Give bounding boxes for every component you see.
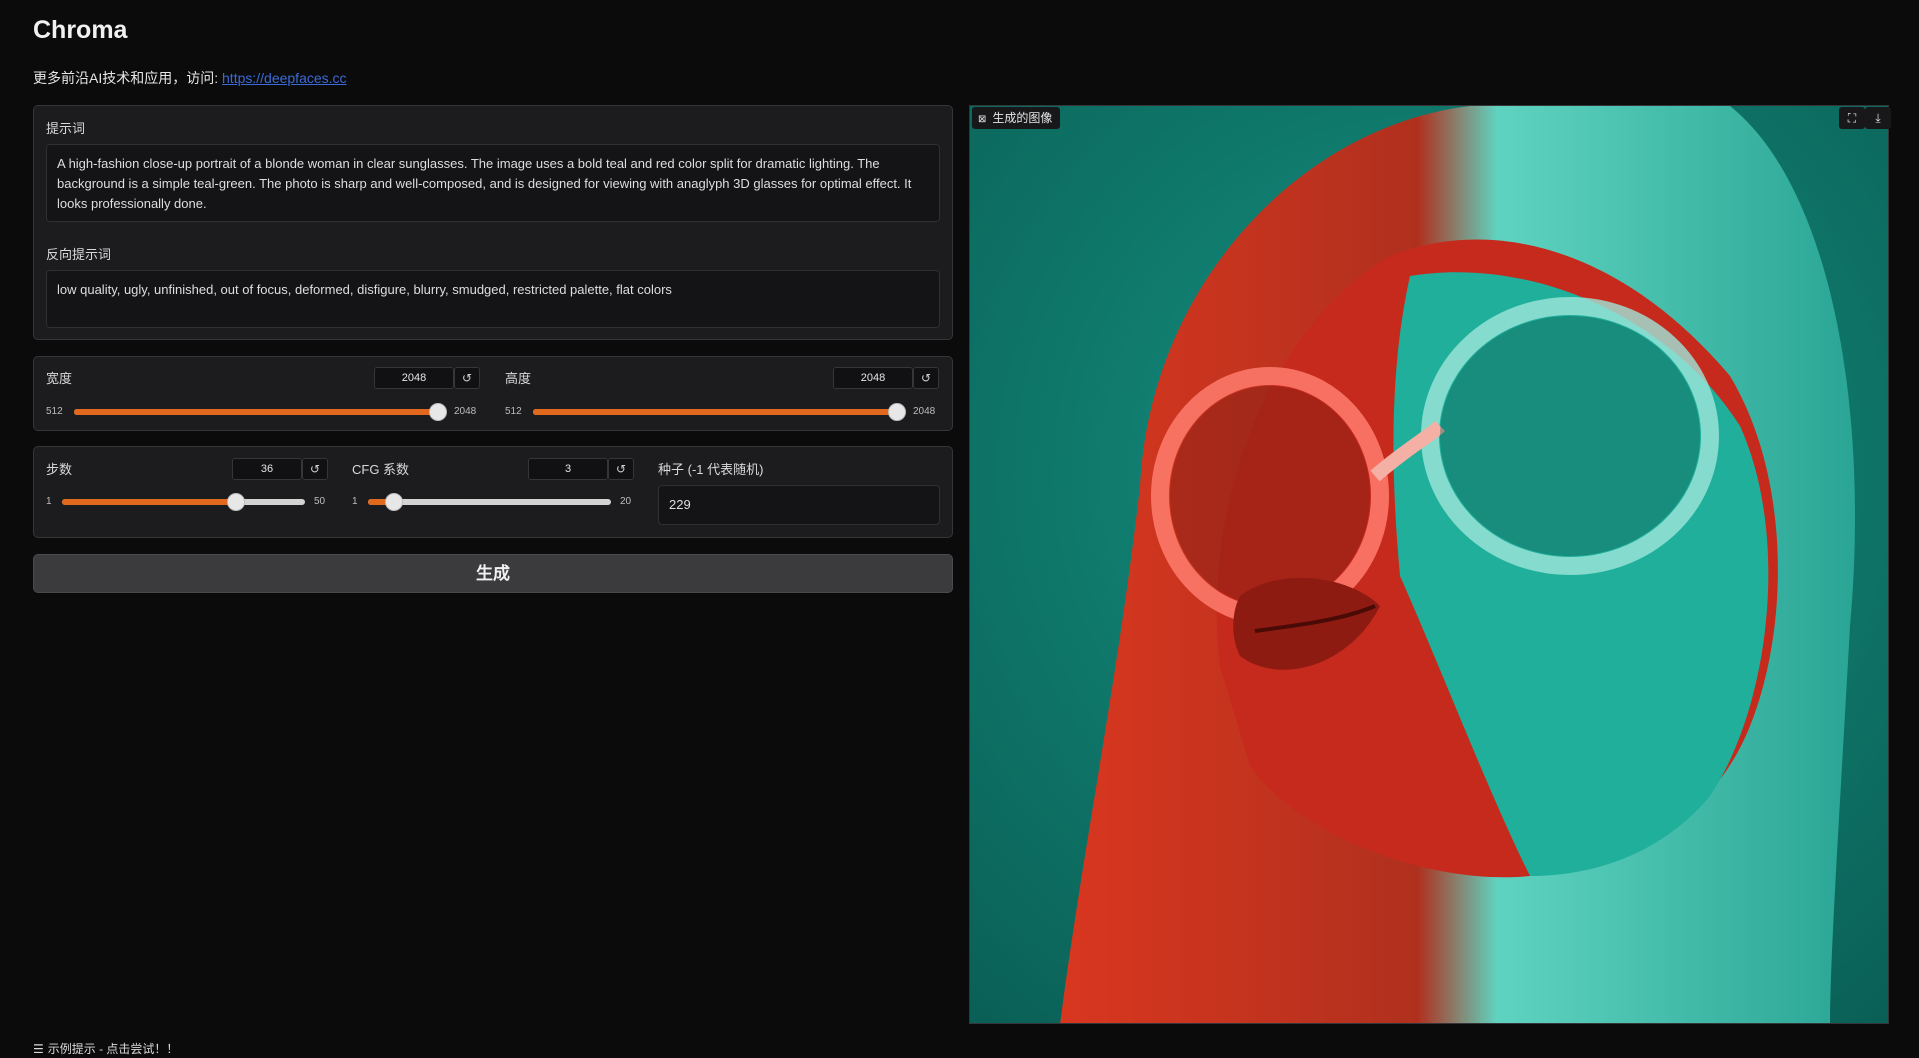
fullscreen-icon[interactable]: ⛶ bbox=[1839, 107, 1865, 129]
steps-max-label: 50 bbox=[314, 496, 326, 507]
prompt-input[interactable]: A high-fashion close-up portrait of a bl… bbox=[46, 144, 940, 222]
examples-accordion[interactable]: ☰ 示例提示 - 点击尝试！！ bbox=[33, 1040, 178, 1057]
steps-slider-fill bbox=[62, 499, 236, 505]
output-label: ⊠ 生成的图像 bbox=[972, 107, 1061, 129]
examples-label: 示例提示 - 点击尝试！！ bbox=[47, 1042, 179, 1056]
list-icon: ☰ bbox=[33, 1042, 44, 1056]
width-max-label: 2048 bbox=[454, 406, 477, 417]
cfg-label: CFG 系数 bbox=[352, 462, 410, 477]
deepfaces-link[interactable]: https://deepfaces.cc bbox=[222, 70, 347, 86]
cfg-slider-thumb[interactable] bbox=[384, 493, 403, 511]
prompt-panel: 提示词 A high-fashion close-up portrait of … bbox=[33, 105, 953, 340]
cfg-reset-button[interactable]: ↺ bbox=[608, 458, 634, 480]
width-slider-fill bbox=[74, 409, 438, 415]
seed-input[interactable]: 229 bbox=[658, 485, 940, 525]
width-slider-thumb[interactable] bbox=[429, 403, 447, 421]
cfg-max-label: 20 bbox=[620, 496, 632, 507]
portrait-image bbox=[970, 106, 1888, 1023]
params-panel: 步数 36 ↺ 1 50 CFG 系数 3 ↺ 1 20 种子 (-1 代表随机… bbox=[33, 446, 953, 538]
steps-slider[interactable] bbox=[62, 493, 305, 511]
steps-slider-thumb[interactable] bbox=[226, 493, 245, 511]
width-min-label: 512 bbox=[46, 406, 63, 417]
steps-reset-button[interactable]: ↺ bbox=[302, 458, 328, 480]
height-min-label: 512 bbox=[505, 406, 522, 417]
width-label: 宽度 bbox=[46, 371, 73, 386]
steps-number-input[interactable]: 36 bbox=[232, 458, 302, 480]
generated-image bbox=[969, 105, 1889, 1024]
size-panel: 宽度 2048 ↺ 512 2048 高度 2048 ↺ 512 2048 bbox=[33, 356, 953, 431]
height-slider[interactable] bbox=[533, 403, 906, 421]
prompt-label: 提示词 bbox=[46, 121, 86, 136]
width-number-input[interactable]: 2048 bbox=[374, 367, 454, 389]
image-icon: ⊠ bbox=[978, 114, 987, 125]
negative-prompt-label: 反向提示词 bbox=[46, 247, 112, 262]
steps-min-label: 1 bbox=[46, 496, 52, 507]
height-max-label: 2048 bbox=[913, 406, 936, 417]
height-label: 高度 bbox=[505, 371, 532, 386]
steps-label: 步数 bbox=[46, 462, 73, 477]
download-icon[interactable]: ⤓ bbox=[1865, 107, 1891, 129]
width-reset-button[interactable]: ↺ bbox=[454, 367, 480, 389]
width-slider[interactable] bbox=[74, 403, 447, 421]
output-label-text: 生成的图像 bbox=[992, 111, 1053, 125]
cfg-slider[interactable] bbox=[368, 493, 611, 511]
seed-label: 种子 (-1 代表随机) bbox=[658, 462, 764, 477]
subtitle-text: 更多前沿AI技术和应用，访问: bbox=[33, 70, 223, 86]
height-slider-thumb[interactable] bbox=[888, 403, 906, 421]
height-slider-fill bbox=[533, 409, 897, 415]
height-number-input[interactable]: 2048 bbox=[833, 367, 913, 389]
cfg-min-label: 1 bbox=[352, 496, 358, 507]
generate-button[interactable]: 生成 bbox=[33, 554, 953, 593]
app-subtitle: 更多前沿AI技术和应用，访问: https://deepfaces.cc bbox=[33, 68, 347, 88]
app-title: Chroma bbox=[33, 16, 128, 44]
height-reset-button[interactable]: ↺ bbox=[913, 367, 939, 389]
negative-prompt-input[interactable]: low quality, ugly, unfinished, out of fo… bbox=[46, 270, 940, 328]
cfg-number-input[interactable]: 3 bbox=[528, 458, 608, 480]
